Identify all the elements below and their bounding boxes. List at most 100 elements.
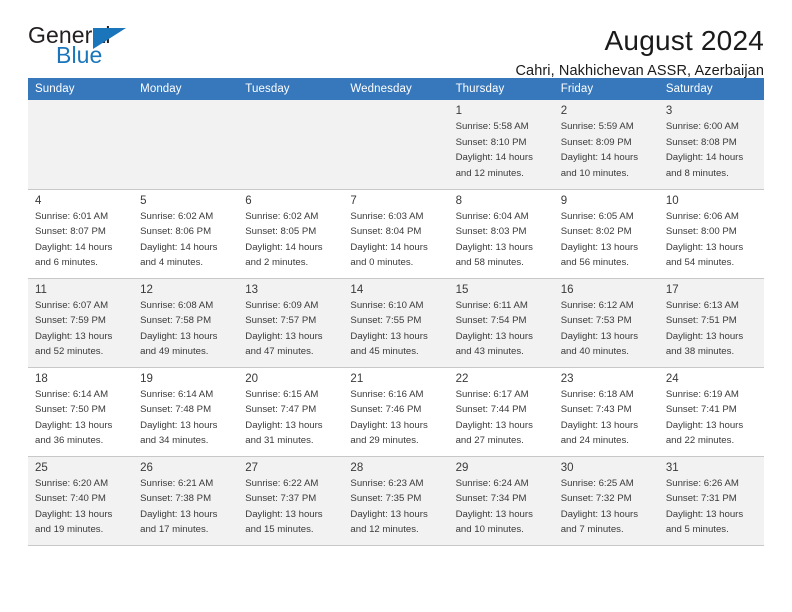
daylight-text-line2: and 6 minutes. [35, 257, 98, 269]
day-details: Sunrise: 6:17 AM Sunset: 7:44 PM Daylight:… [449, 387, 554, 449]
daylight-text-line1: Daylight: 13 hours [140, 330, 218, 342]
sunrise-text: Sunrise: 6:18 AM [560, 388, 634, 400]
sunrise-text: Sunrise: 6:11 AM [455, 299, 528, 311]
day-details: Sunrise: 6:16 AM Sunset: 7:46 PM Daylight:… [343, 387, 448, 449]
daylight-text-line1: Daylight: 13 hours [350, 419, 428, 431]
calendar-day-cell[interactable]: 12 Sunrise: 6:08 AM Sunset: 7:58 PM Dayligh… [133, 278, 239, 368]
daylight-text-line2: and 52 minutes. [35, 346, 104, 358]
day-number: 19 [140, 372, 153, 385]
day-details: Sunrise: 6:22 AM Sunset: 7:37 PM Daylight:… [238, 476, 343, 538]
sunset-text: Sunset: 7:32 PM [560, 493, 632, 505]
calendar-day-cell[interactable]: 24 Sunrise: 6:19 AM Sunset: 7:41 PM Dayligh… [658, 367, 764, 457]
day-details: Sunrise: 6:24 AM Sunset: 7:34 PM Daylight:… [449, 476, 554, 538]
daylight-text-line1: Daylight: 13 hours [245, 330, 323, 342]
daylight-text-line1: Daylight: 13 hours [560, 419, 639, 431]
calendar-day-cell[interactable]: 16 Sunrise: 6:12 AM Sunset: 7:53 PM Dayligh… [553, 278, 659, 368]
sunrise-text: Sunrise: 6:02 AM [140, 210, 214, 222]
daylight-text-line1: Daylight: 13 hours [245, 508, 323, 520]
calendar-day-cell[interactable]: 25 Sunrise: 6:20 AM Sunset: 7:40 PM Dayligh… [28, 456, 134, 546]
day-details: Sunrise: 6:15 AM Sunset: 7:47 PM Daylight:… [238, 387, 343, 449]
calendar-day-cell[interactable]: 5 Sunrise: 6:02 AM Sunset: 8:06 PM Daylight… [133, 189, 239, 279]
sunrise-text: Sunrise: 5:58 AM [455, 121, 529, 133]
calendar-header-row: Sunday Monday Tuesday Wednesday Thursday… [28, 78, 764, 100]
sunset-text: Sunset: 8:03 PM [455, 226, 527, 238]
sunrise-text: Sunrise: 6:10 AM [350, 299, 424, 311]
general-blue-logo[interactable]: General Blue [28, 24, 148, 72]
sunrise-text: Sunrise: 6:17 AM [455, 388, 529, 400]
calendar-day-cell[interactable]: 31 Sunrise: 6:26 AM Sunset: 7:31 PM Dayligh… [658, 456, 764, 546]
calendar-day-cell[interactable]: 8 Sunrise: 6:04 AM Sunset: 8:03 PM Daylight… [448, 189, 554, 279]
day-number: 27 [245, 461, 259, 474]
weekday-header-monday: Monday [133, 78, 239, 100]
day-details: Sunrise: 6:01 AM Sunset: 8:07 PM Daylight:… [28, 209, 133, 271]
day-details: Sunrise: 6:20 AM Sunset: 7:40 PM Daylight:… [28, 476, 133, 538]
calendar-day-cell[interactable]: 3 Sunrise: 6:00 AM Sunset: 8:08 PM Daylight… [658, 100, 764, 190]
day-number: 7 [350, 194, 357, 207]
daylight-text-line2: and 43 minutes. [455, 346, 524, 358]
day-number: 5 [140, 194, 147, 207]
daylight-text-line1: Daylight: 14 hours [245, 241, 323, 253]
calendar-day-cell[interactable]: 19 Sunrise: 6:14 AM Sunset: 7:48 PM Dayligh… [133, 367, 239, 457]
weekday-header-friday: Friday [553, 78, 659, 100]
calendar-day-cell[interactable]: 18 Sunrise: 6:14 AM Sunset: 7:50 PM Dayligh… [28, 367, 134, 457]
weekday-header-thursday: Thursday [448, 78, 554, 100]
calendar-day-cell[interactable]: 10 Sunrise: 6:06 AM Sunset: 8:00 PM Dayligh… [658, 189, 764, 279]
calendar-day-cell[interactable]: 27 Sunrise: 6:22 AM Sunset: 7:37 PM Dayligh… [238, 456, 344, 546]
day-number: 6 [245, 194, 252, 207]
day-number: 15 [455, 283, 469, 296]
daylight-text-line1: Daylight: 13 hours [665, 508, 744, 520]
calendar-day-cell[interactable]: 14 Sunrise: 6:10 AM Sunset: 7:55 PM Dayligh… [343, 278, 449, 368]
calendar-day-cell[interactable]: 2 Sunrise: 5:59 AM Sunset: 8:09 PM Daylight… [553, 100, 659, 190]
calendar-day-cell[interactable]: 1 Sunrise: 5:58 AM Sunset: 8:10 PM Daylight… [448, 100, 554, 190]
daylight-text-line2: and 56 minutes. [560, 257, 629, 269]
day-details: Sunrise: 6:14 AM Sunset: 7:50 PM Daylight:… [28, 387, 133, 449]
calendar-day-cell[interactable]: 20 Sunrise: 6:15 AM Sunset: 7:47 PM Dayligh… [238, 367, 344, 457]
day-details: Sunrise: 6:00 AM Sunset: 8:08 PM Daylight:… [659, 119, 764, 181]
daylight-text-line2: and 5 minutes. [665, 524, 729, 536]
daylight-text-line2: and 10 minutes. [560, 167, 629, 179]
calendar-day-cell[interactable]: 30 Sunrise: 6:25 AM Sunset: 7:32 PM Dayligh… [553, 456, 659, 546]
calendar-day-cell[interactable]: 15 Sunrise: 6:11 AM Sunset: 7:54 PM Dayligh… [448, 278, 554, 368]
day-details: Sunrise: 6:07 AM Sunset: 7:59 PM Daylight:… [28, 298, 133, 360]
sunset-text: Sunset: 8:09 PM [560, 136, 632, 148]
sunrise-text: Sunrise: 6:25 AM [560, 477, 634, 489]
daylight-text-line2: and 58 minutes. [455, 257, 524, 269]
calendar-day-cell[interactable]: 17 Sunrise: 6:13 AM Sunset: 7:51 PM Dayligh… [658, 278, 764, 368]
sunrise-text: Sunrise: 6:13 AM [665, 299, 739, 311]
calendar-cell-empty [343, 100, 449, 190]
daylight-text-line1: Daylight: 14 hours [140, 241, 218, 253]
sunrise-text: Sunrise: 6:16 AM [350, 388, 424, 400]
calendar-day-cell[interactable]: 21 Sunrise: 6:16 AM Sunset: 7:46 PM Dayligh… [343, 367, 449, 457]
sunrise-text: Sunrise: 6:23 AM [350, 477, 424, 489]
calendar-day-cell[interactable]: 13 Sunrise: 6:09 AM Sunset: 7:57 PM Dayligh… [238, 278, 344, 368]
calendar-day-cell[interactable]: 7 Sunrise: 6:03 AM Sunset: 8:04 PM Daylight… [343, 189, 449, 279]
calendar-day-cell[interactable]: 23 Sunrise: 6:18 AM Sunset: 7:43 PM Dayligh… [553, 367, 659, 457]
day-number: 3 [665, 105, 673, 117]
sunrise-text: Sunrise: 6:07 AM [35, 299, 109, 311]
day-number: 23 [560, 372, 574, 385]
day-details: Sunrise: 6:02 AM Sunset: 8:06 PM Daylight:… [133, 209, 238, 271]
day-number: 24 [665, 372, 679, 385]
weekday-header-saturday: Saturday [658, 78, 764, 100]
weekday-header-sunday: Sunday [28, 78, 134, 100]
sunrise-text: Sunrise: 6:09 AM [245, 299, 319, 311]
calendar-week-row: 1 Sunrise: 5:58 AM Sunset: 8:10 PM Daylight… [28, 100, 764, 190]
day-details: Sunrise: 6:19 AM Sunset: 7:41 PM Daylight:… [659, 387, 764, 449]
calendar-day-cell[interactable]: 29 Sunrise: 6:24 AM Sunset: 7:34 PM Dayligh… [448, 456, 554, 546]
daylight-text-line1: Daylight: 13 hours [560, 241, 639, 253]
sunset-text: Sunset: 7:54 PM [455, 315, 527, 327]
calendar-day-cell[interactable]: 6 Sunrise: 6:02 AM Sunset: 8:05 PM Daylight… [238, 189, 344, 279]
sunset-text: Sunset: 7:50 PM [35, 404, 106, 416]
calendar-day-cell[interactable]: 4 Sunrise: 6:01 AM Sunset: 8:07 PM Daylight… [28, 189, 134, 279]
sunset-text: Sunset: 7:35 PM [350, 493, 422, 505]
day-details: Sunrise: 6:05 AM Sunset: 8:02 PM Daylight:… [554, 209, 659, 271]
calendar-day-cell[interactable]: 28 Sunrise: 6:23 AM Sunset: 7:35 PM Dayligh… [343, 456, 449, 546]
sunset-text: Sunset: 7:58 PM [140, 315, 212, 327]
sunrise-text: Sunrise: 6:08 AM [140, 299, 214, 311]
calendar-day-cell[interactable]: 26 Sunrise: 6:21 AM Sunset: 7:38 PM Dayligh… [133, 456, 239, 546]
calendar-day-cell[interactable]: 22 Sunrise: 6:17 AM Sunset: 7:44 PM Dayligh… [448, 367, 554, 457]
calendar-cell-empty [133, 100, 239, 190]
calendar-day-cell[interactable]: 11 Sunrise: 6:07 AM Sunset: 7:59 PM Dayligh… [28, 278, 134, 368]
daylight-text-line1: Daylight: 13 hours [455, 330, 533, 342]
calendar-day-cell[interactable]: 9 Sunrise: 6:05 AM Sunset: 8:02 PM Daylight… [553, 189, 659, 279]
